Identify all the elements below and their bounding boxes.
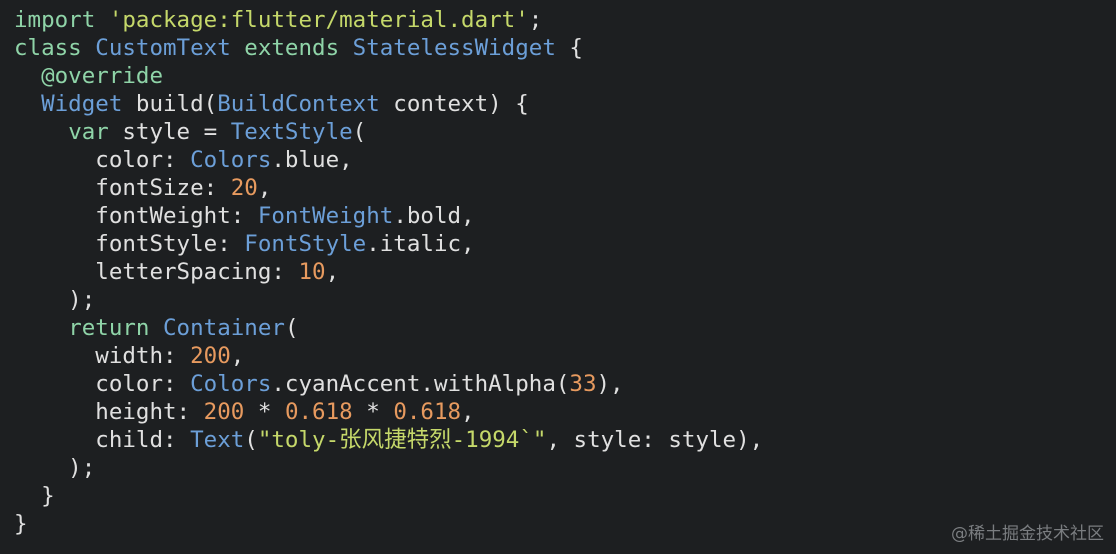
code-token: FontStyle: [244, 231, 367, 257]
code-line: letterSpacing: 10,: [14, 258, 763, 286]
code-token: return: [68, 315, 150, 341]
code-token: 200: [190, 343, 231, 369]
code-token: {: [555, 35, 583, 61]
code-token: .blue,: [271, 147, 353, 173]
code-token: CustomText: [95, 35, 231, 61]
code-token: StatelessWidget: [352, 35, 556, 61]
code-token: ,: [257, 175, 272, 201]
code-line: return Container(: [14, 314, 763, 342]
code-token: 10: [298, 259, 326, 285]
code-token: .italic,: [366, 231, 475, 257]
code-token: "toly-张风捷特烈-1994`": [257, 427, 547, 453]
code-line: class CustomText extends StatelessWidget…: [14, 34, 763, 62]
code-token: class: [14, 35, 82, 61]
code-token: 20: [230, 175, 258, 201]
code-line: );: [14, 286, 763, 314]
code-line: height: 200 * 0.618 * 0.618,: [14, 398, 763, 426]
code-token: Widget: [41, 91, 123, 117]
code-token: color:: [14, 371, 191, 397]
code-token: width:: [14, 343, 191, 369]
code-token: }: [14, 511, 28, 537]
code-line: }: [14, 510, 763, 538]
code-token: Text: [190, 427, 245, 453]
code-token: , style: style),: [546, 427, 764, 453]
code-token: @override: [41, 63, 164, 89]
code-token: .cyanAccent.withAlpha(: [271, 371, 570, 397]
code-token: TextStyle: [230, 119, 353, 145]
code-line: width: 200,: [14, 342, 763, 370]
code-token: 200: [203, 399, 245, 425]
code-token: BuildContext: [217, 91, 380, 117]
code-line: color: Colors.blue,: [14, 146, 763, 174]
code-token: context) {: [379, 91, 529, 117]
code-token: ,: [461, 399, 475, 425]
code-token: build(: [122, 91, 218, 117]
code-token: height:: [14, 399, 204, 425]
code-token: child:: [14, 427, 191, 453]
code-token: fontWeight:: [14, 203, 258, 229]
code-token: ,: [325, 259, 340, 285]
code-token: fontStyle:: [14, 231, 245, 257]
code-token: (: [284, 315, 299, 341]
code-token: 0.618: [284, 399, 353, 425]
code-line: fontStyle: FontStyle.italic,: [14, 230, 763, 258]
code-token: Container: [163, 315, 285, 341]
code-line: fontSize: 20,: [14, 174, 763, 202]
code-line: child: Text("toly-张风捷特烈-1994`", style: s…: [14, 426, 763, 454]
code-line: @override: [14, 62, 763, 90]
code-editor: import 'package:flutter/material.dart'; c…: [14, 6, 763, 538]
code-line: Widget build(BuildContext context) {: [14, 90, 763, 118]
code-token: import: [14, 7, 96, 33]
code-token: }: [14, 483, 55, 509]
code-line: fontWeight: FontWeight.bold,: [14, 202, 763, 230]
code-token: 'package:flutter/material.dart': [108, 7, 529, 33]
code-line: var style = TextStyle(: [14, 118, 763, 146]
code-token: style =: [108, 119, 231, 145]
code-token: ),: [596, 371, 624, 397]
code-token: (: [244, 427, 258, 453]
code-token: Colors: [190, 147, 272, 173]
code-token: );: [14, 455, 96, 481]
code-token: color:: [14, 147, 191, 173]
code-token: 0.618: [393, 399, 462, 425]
code-line: import 'package:flutter/material.dart';: [14, 6, 763, 34]
code-token: ;: [528, 7, 543, 33]
code-token: ,: [230, 343, 245, 369]
code-token: extends: [244, 35, 340, 61]
code-line: }: [14, 482, 763, 510]
code-token: *: [352, 399, 394, 425]
code-token: *: [244, 399, 285, 425]
code-line: color: Colors.cyanAccent.withAlpha(33),: [14, 370, 763, 398]
code-token: .bold,: [393, 203, 475, 229]
code-token: Colors: [190, 371, 272, 397]
code-token: );: [14, 287, 96, 313]
code-token: 33: [569, 371, 597, 397]
code-token: var: [68, 119, 109, 145]
code-token: fontSize:: [14, 175, 231, 201]
code-line: );: [14, 454, 763, 482]
code-token: FontWeight: [257, 203, 394, 229]
code-token: (: [352, 119, 367, 145]
watermark-text: @稀土掘金技术社区: [951, 524, 1104, 544]
code-token: letterSpacing:: [14, 259, 299, 285]
